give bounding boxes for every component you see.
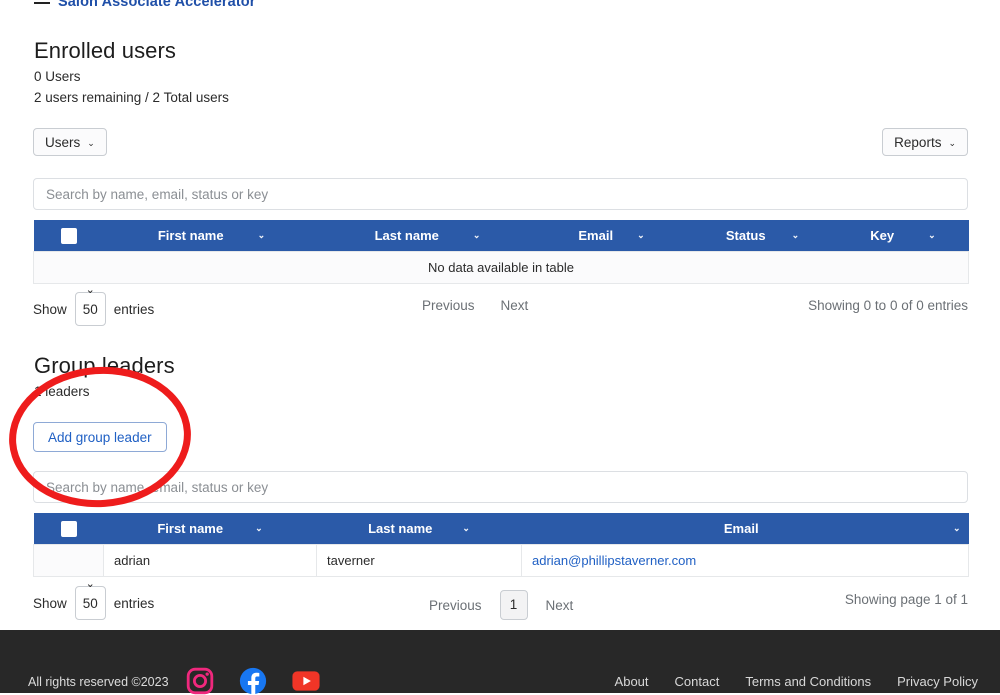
select-all-header[interactable]	[33, 513, 104, 545]
empty-table-message: No data available in table	[33, 251, 969, 284]
group-leaders-table: First name ⌄ Last name ⌄ Email ⌄ adrian …	[33, 513, 969, 577]
page-length-select[interactable]: ⌄ 50	[74, 285, 106, 326]
footer-link-privacy[interactable]: Privacy Policy	[897, 674, 978, 689]
footer-nav-links: About Contact Terms and Conditions Priva…	[615, 674, 978, 689]
table-row[interactable]: adrian taverner adrian@phillipstaverner.…	[33, 544, 969, 577]
pagination-controls: Previous 1 Next	[425, 590, 577, 620]
page-length-value: 50	[82, 302, 98, 317]
breadcrumb[interactable]: Salon Associate Accelerator	[34, 0, 255, 10]
next-page-button[interactable]: Next	[542, 596, 578, 615]
group-leaders-title: Group leaders	[34, 353, 175, 378]
column-label: Status	[725, 228, 766, 243]
facebook-icon[interactable]	[239, 667, 267, 695]
column-label: Last name	[368, 521, 433, 536]
select-all-header[interactable]	[33, 220, 104, 252]
breadcrumb-label[interactable]: Salon Associate Accelerator	[58, 0, 255, 10]
column-label: Email	[723, 521, 759, 536]
footer-link-terms[interactable]: Terms and Conditions	[745, 674, 871, 689]
column-header-email[interactable]: Email ⌄	[535, 220, 688, 252]
column-label: First name	[157, 521, 224, 536]
instagram-icon[interactable]	[186, 667, 214, 695]
table-header-row: First name ⌄ Last name ⌄ Email ⌄	[33, 220, 969, 252]
footer-link-contact[interactable]: Contact	[675, 674, 720, 689]
column-label: Email	[578, 228, 614, 243]
show-label: Show	[33, 595, 67, 611]
add-group-leader-button[interactable]: Add group leader	[33, 422, 167, 452]
reports-dropdown-label: Reports	[894, 134, 942, 150]
page-number-button[interactable]: 1	[499, 590, 528, 620]
table-header-row: First name ⌄ Last name ⌄ Email ⌄	[33, 513, 969, 545]
page-length-select[interactable]: ⌄ 50	[74, 579, 106, 620]
group-leaders-count: 1 leaders	[34, 384, 90, 399]
column-header-first-name[interactable]: First name ⌄	[103, 513, 317, 545]
chevron-down-icon: ⌄	[85, 578, 95, 590]
enrolled-users-table-footer: Show ⌄ 50 entries Previous Next Showing …	[33, 285, 968, 326]
pagination-controls: Previous Next	[418, 296, 532, 315]
users-dropdown-button[interactable]: Users ⌄	[33, 128, 107, 156]
footer-link-about[interactable]: About	[615, 674, 649, 689]
select-all-checkbox[interactable]	[60, 520, 77, 537]
site-footer: All rights reserved ©2023 About Contact …	[0, 630, 1000, 695]
sort-chevron-down-icon[interactable]: ⌄	[928, 230, 936, 241]
users-dropdown-label: Users	[45, 134, 81, 150]
sort-chevron-down-icon[interactable]: ⌄	[473, 230, 481, 241]
enrolled-users-title: Enrolled users	[34, 38, 177, 63]
cell-first-name: adrian	[103, 544, 317, 577]
youtube-icon[interactable]	[292, 667, 320, 695]
column-label: Last name	[374, 228, 439, 243]
chevron-down-icon: ⌄	[87, 137, 95, 148]
sort-chevron-down-icon[interactable]: ⌄	[258, 230, 266, 241]
column-header-first-name[interactable]: First name ⌄	[103, 220, 320, 252]
group-leaders-table-footer: Show ⌄ 50 entries Previous 1 Next Showin…	[33, 579, 968, 620]
footer-copyright: All rights reserved ©2023	[28, 675, 169, 689]
enrolled-users-table: First name ⌄ Last name ⌄ Email ⌄ Status …	[33, 220, 969, 284]
reports-dropdown-button[interactable]: Reports ⌄	[882, 128, 968, 156]
column-header-status[interactable]: Status ⌄	[687, 220, 838, 252]
cell-last-name: taverner	[316, 544, 522, 577]
breadcrumb-dash-icon	[34, 2, 50, 4]
table-info-text: Showing page 1 of 1	[844, 592, 968, 607]
row-select-cell[interactable]	[33, 544, 104, 577]
page-length-control[interactable]: Show ⌄ 50 entries	[33, 579, 155, 620]
enrolled-users-count: 0 Users	[34, 69, 81, 84]
enrolled-users-remaining: 2 users remaining / 2 Total users	[34, 90, 229, 105]
column-header-key[interactable]: Key ⌄	[837, 220, 969, 252]
show-label: Show	[33, 301, 67, 317]
entries-label: entries	[113, 301, 155, 317]
table-empty-row: No data available in table	[33, 251, 969, 284]
email-link[interactable]: adrian@phillipstaverner.com	[532, 553, 696, 568]
cell-email[interactable]: adrian@phillipstaverner.com	[521, 544, 969, 577]
previous-page-button[interactable]: Previous	[425, 596, 486, 615]
sort-chevron-down-icon[interactable]: ⌄	[637, 230, 645, 241]
sort-chevron-down-icon[interactable]: ⌄	[953, 523, 961, 534]
footer-social-links	[186, 667, 320, 695]
select-all-checkbox[interactable]	[60, 227, 77, 244]
column-header-last-name[interactable]: Last name ⌄	[316, 513, 522, 545]
column-header-last-name[interactable]: Last name ⌄	[319, 220, 536, 252]
enrolled-users-search-input[interactable]	[33, 178, 968, 210]
sort-chevron-down-icon[interactable]: ⌄	[792, 230, 800, 241]
chevron-down-icon: ⌄	[948, 137, 956, 148]
next-page-button[interactable]: Next	[497, 296, 533, 315]
sort-chevron-down-icon[interactable]: ⌄	[462, 523, 470, 534]
column-header-email[interactable]: Email ⌄	[521, 513, 969, 545]
entries-label: entries	[113, 595, 155, 611]
column-label: Key	[870, 228, 895, 243]
table-info-text: Showing 0 to 0 of 0 entries	[808, 298, 968, 313]
page-root: Salon Associate Accelerator Enrolled use…	[0, 0, 1000, 695]
chevron-down-icon: ⌄	[85, 284, 95, 296]
sort-chevron-down-icon[interactable]: ⌄	[255, 523, 263, 534]
page-length-value: 50	[82, 596, 98, 611]
previous-page-button[interactable]: Previous	[418, 296, 479, 315]
group-leaders-search-input[interactable]	[33, 471, 968, 503]
page-length-control[interactable]: Show ⌄ 50 entries	[33, 285, 155, 326]
column-label: First name	[157, 228, 224, 243]
